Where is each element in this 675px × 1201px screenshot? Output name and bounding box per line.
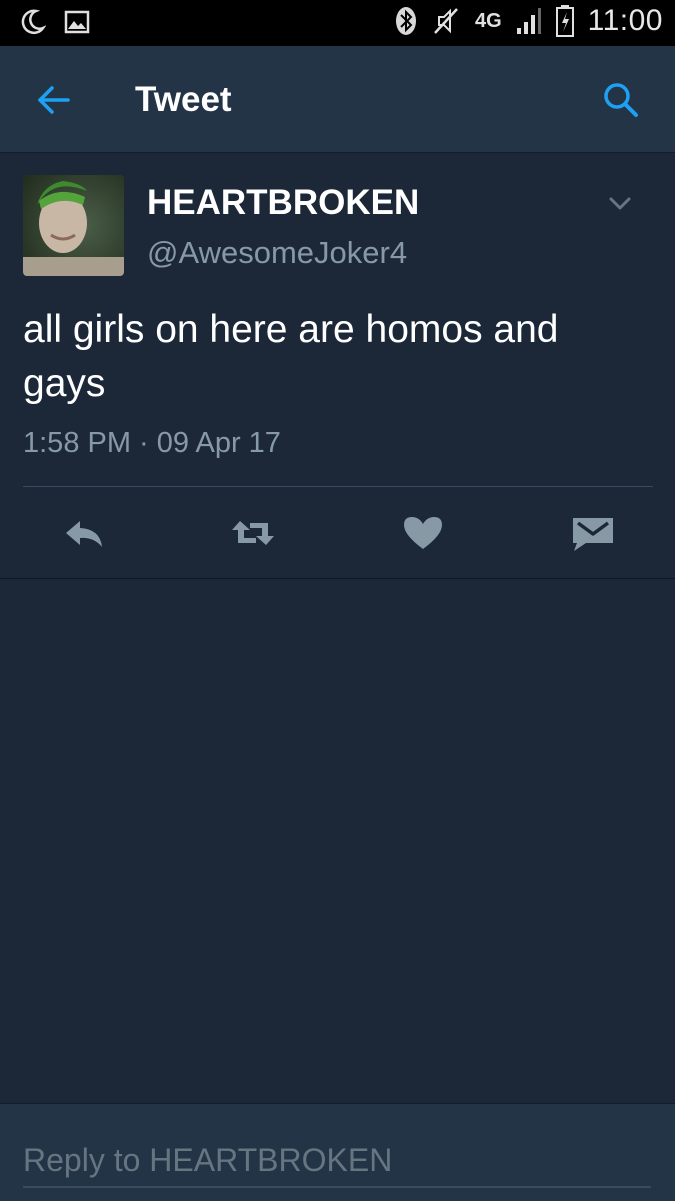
- divider: [23, 486, 653, 487]
- tweet-text: all girls on here are homos and gays: [23, 308, 559, 405]
- back-arrow-icon[interactable]: [34, 80, 74, 120]
- mute-icon: [434, 8, 458, 34]
- tweet-timestamp: 1:58 PM · 09 Apr 17: [23, 427, 281, 459]
- image-icon: [64, 10, 90, 34]
- network-label: 4G: [474, 9, 502, 32]
- reply-icon[interactable]: [62, 513, 108, 553]
- tweet-actions: [0, 503, 675, 563]
- chevron-down-icon[interactable]: [604, 191, 636, 215]
- tweet-detail: HEARTBROKEN @AwesomeJoker4 all girls on …: [0, 153, 675, 579]
- user-handle[interactable]: @AwesomeJoker4: [147, 235, 407, 271]
- status-bar: 4G 11:00: [0, 0, 675, 46]
- moon-icon: [21, 9, 46, 35]
- battery-icon: [555, 5, 574, 37]
- avatar[interactable]: [23, 175, 124, 276]
- signal-icon: [516, 8, 541, 34]
- like-icon[interactable]: [400, 513, 446, 553]
- search-icon[interactable]: [601, 80, 641, 120]
- page-title: Tweet: [135, 80, 232, 119]
- retweet-icon[interactable]: [230, 513, 276, 553]
- bluetooth-icon: [395, 7, 416, 35]
- app-bar: Tweet: [0, 46, 675, 153]
- display-name[interactable]: HEARTBROKEN: [147, 183, 419, 223]
- clock: 11:00: [587, 4, 663, 37]
- reply-input[interactable]: [23, 1134, 651, 1188]
- direct-message-icon[interactable]: [570, 513, 616, 553]
- reply-bar: [0, 1103, 675, 1201]
